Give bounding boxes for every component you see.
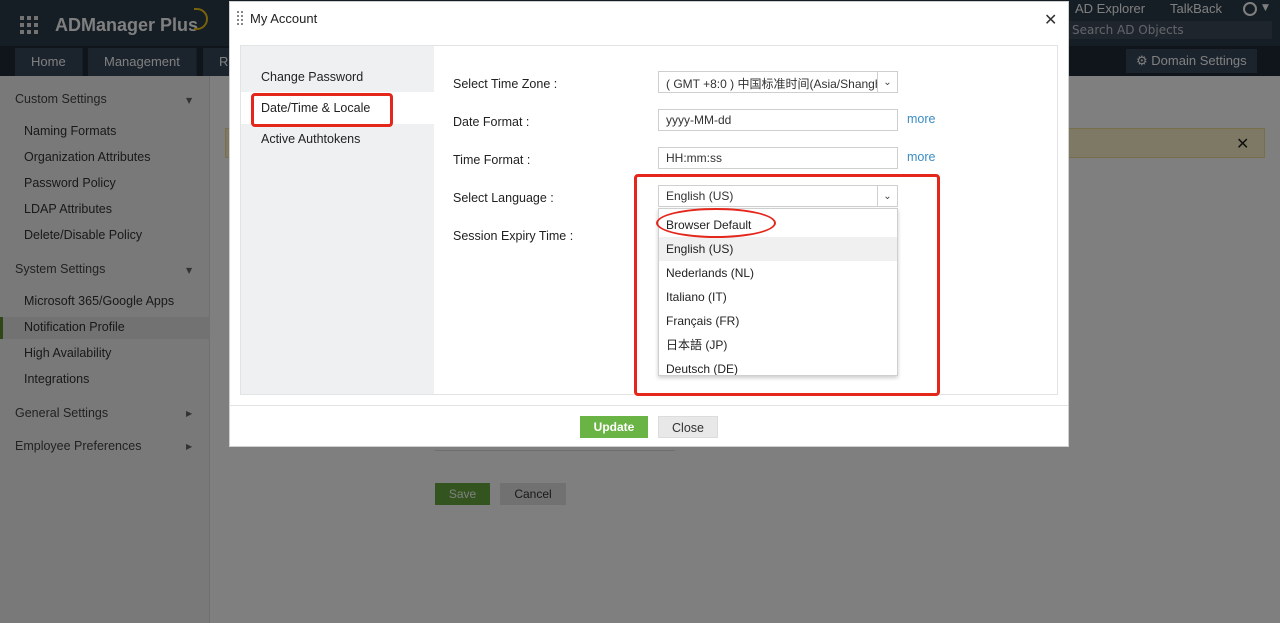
date-format-label: Date Format :: [453, 115, 530, 129]
time-zone-select[interactable]: ( GMT +8:0 ) 中国标准时间(Asia/Shanghai) ⌄: [658, 71, 898, 93]
close-icon[interactable]: ✕: [1044, 10, 1057, 29]
dialog-body: Change Password Date/Time & Locale Activ…: [240, 45, 1058, 396]
update-button[interactable]: Update: [580, 416, 648, 438]
language-label: Select Language :: [453, 191, 554, 205]
time-zone-label: Select Time Zone :: [453, 77, 558, 91]
date-format-input[interactable]: yyyy-MM-dd: [658, 109, 898, 131]
time-format-more-link[interactable]: more: [907, 150, 935, 164]
nav-change-password[interactable]: Change Password: [261, 70, 363, 84]
time-zone-value: ( GMT +8:0 ) 中国标准时间(Asia/Shanghai): [666, 77, 895, 91]
close-button[interactable]: Close: [658, 416, 718, 438]
chevron-down-icon[interactable]: ⌄: [877, 72, 897, 92]
time-format-label: Time Format :: [453, 153, 531, 167]
dialog-title: My Account: [250, 11, 318, 26]
time-format-input[interactable]: HH:mm:ss: [658, 147, 898, 169]
nav-active-authtokens[interactable]: Active Authtokens: [261, 132, 360, 146]
drag-handle-icon[interactable]: [237, 11, 243, 25]
my-account-dialog: My Account ✕ Change Password Date/Time &…: [229, 1, 1069, 447]
highlight-box: [634, 174, 940, 396]
dialog-footer-divider: [230, 405, 1068, 406]
highlight-box: [251, 93, 393, 127]
session-expiry-label: Session Expiry Time :: [453, 229, 574, 243]
date-format-more-link[interactable]: more: [907, 112, 935, 126]
